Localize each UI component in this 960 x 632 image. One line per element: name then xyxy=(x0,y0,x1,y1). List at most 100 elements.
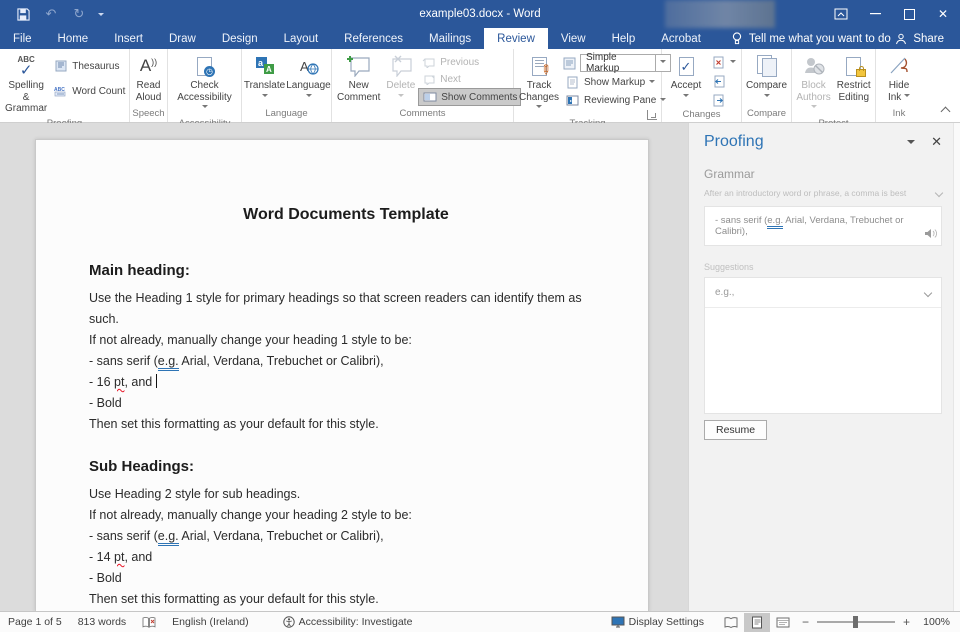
pane-title: Proofing xyxy=(704,133,764,151)
tab-layout[interactable]: Layout xyxy=(271,28,332,49)
document-paragraph: Use Heading 2 style for sub headings. xyxy=(89,484,589,505)
word-count-label: Word Count xyxy=(72,86,125,97)
pane-options-icon[interactable] xyxy=(907,140,915,148)
translate-icon: aA xyxy=(255,53,275,79)
undo-icon[interactable]: ↶ xyxy=(42,5,60,23)
tell-me-box[interactable]: Tell me what you want to do xyxy=(714,28,891,49)
track-changes-icon: ✎ xyxy=(532,53,547,79)
document-paragraph: - 16 pt, and xyxy=(89,372,589,393)
tab-draw[interactable]: Draw xyxy=(156,28,209,49)
zoom-out-button[interactable]: − xyxy=(802,615,809,629)
share-label: Share xyxy=(913,33,944,45)
previous-change-button[interactable] xyxy=(708,73,739,89)
zoom-slider[interactable] xyxy=(817,621,895,623)
show-markup-label: Show Markup xyxy=(584,77,645,88)
tab-home[interactable]: Home xyxy=(45,28,102,49)
tab-design[interactable]: Design xyxy=(209,28,271,49)
proofing-errors-icon[interactable] xyxy=(134,616,164,628)
read-aloud-speaker-icon[interactable] xyxy=(924,228,937,239)
thesaurus-button[interactable]: Thesaurus xyxy=(50,58,128,74)
maximize-button[interactable] xyxy=(892,0,926,28)
document-canvas: Word Documents Template Main heading:Use… xyxy=(0,123,688,611)
delete-comment-icon xyxy=(389,53,413,79)
pane-section-label: Grammar xyxy=(704,167,942,181)
new-comment-button[interactable]: New Comment xyxy=(334,51,383,105)
print-layout-button[interactable] xyxy=(744,613,770,632)
document-paragraph: - Bold xyxy=(89,568,589,589)
group-label-changes: Changes xyxy=(664,108,739,122)
minimize-button[interactable] xyxy=(858,0,892,28)
ribbon-group-tracking: ✎ Track Changes Simple Markup Show xyxy=(514,49,662,122)
suggestions-label: Suggestions xyxy=(704,262,942,272)
read-aloud-button[interactable]: A)) Read Aloud xyxy=(132,51,165,105)
page-indicator[interactable]: Page 1 of 5 xyxy=(0,616,70,628)
word-count-button[interactable]: ABC Word Count xyxy=(50,83,128,99)
collapse-ribbon-icon[interactable] xyxy=(936,104,954,118)
check-accessibility-button[interactable]: ◷ Check Accessibility xyxy=(170,51,239,117)
zoom-slider-thumb[interactable] xyxy=(853,616,858,628)
workspace: Word Documents Template Main heading:Use… xyxy=(0,123,960,611)
previous-label: Previous xyxy=(440,57,479,68)
close-button[interactable]: ✕ xyxy=(926,0,960,28)
next-label: Next xyxy=(440,74,461,85)
language-button[interactable]: A Language xyxy=(287,51,331,105)
group-label-comments: Comments xyxy=(334,107,511,122)
compare-button[interactable]: Compare xyxy=(744,51,790,105)
tab-review[interactable]: Review xyxy=(484,28,548,49)
pane-issue-text: After an introductory word or phrase, a … xyxy=(704,188,906,198)
pane-scrollbar[interactable] xyxy=(953,123,960,611)
read-mode-button[interactable] xyxy=(718,613,744,632)
ribbon-group-accessibility: ◷ Check Accessibility Accessibility xyxy=(168,49,242,122)
hide-ink-button[interactable]: Hide Ink xyxy=(878,51,920,105)
reject-button[interactable] xyxy=(708,54,739,70)
save-icon[interactable] xyxy=(14,5,32,23)
next-change-icon xyxy=(711,93,726,107)
word-count-icon: ABC xyxy=(53,84,68,98)
document-paragraph: - sans serif (e.g. Arial, Verdana, Trebu… xyxy=(89,351,589,372)
next-change-button[interactable] xyxy=(708,92,739,108)
customize-qat-icon[interactable] xyxy=(98,13,104,19)
suggestion-item[interactable]: e.g., xyxy=(705,278,941,308)
redo-icon[interactable]: ↻ xyxy=(70,5,88,23)
web-layout-button[interactable] xyxy=(770,613,796,632)
accessibility-status[interactable]: Accessibility: Investigate xyxy=(275,616,421,628)
pane-issue-row[interactable]: After an introductory word or phrase, a … xyxy=(704,188,942,198)
quick-access-toolbar: ↶ ↻ xyxy=(0,5,104,23)
translate-button[interactable]: aA Translate xyxy=(243,51,287,105)
tab-help[interactable]: Help xyxy=(599,28,649,49)
tab-acrobat[interactable]: Acrobat xyxy=(648,28,714,49)
display-settings-label: Display Settings xyxy=(629,616,704,628)
tab-file[interactable]: File xyxy=(0,28,45,49)
display-settings-button[interactable]: Display Settings xyxy=(603,616,712,628)
language-indicator[interactable]: English (Ireland) xyxy=(164,616,256,628)
display-for-review-combobox[interactable]: Simple Markup xyxy=(580,54,671,72)
share-button[interactable]: Share xyxy=(895,28,960,49)
markup-value: Simple Markup xyxy=(581,52,655,74)
new-comment-icon xyxy=(347,53,371,79)
zoom-percentage[interactable]: 100% xyxy=(918,616,950,628)
tab-view[interactable]: View xyxy=(548,28,599,49)
reviewing-pane-label: Reviewing Pane xyxy=(584,95,656,106)
document-paragraph: Use the Heading 1 style for primary head… xyxy=(89,288,589,330)
track-changes-button[interactable]: ✎ Track Changes xyxy=(516,51,562,117)
document-paragraph: Then set this formatting as your default… xyxy=(89,414,589,435)
show-comments-label: Show Comments xyxy=(441,92,517,103)
resume-button[interactable]: Resume xyxy=(704,420,767,440)
markup-view-icon xyxy=(562,56,577,70)
tracking-dialog-launcher-icon[interactable] xyxy=(647,110,657,120)
accept-button[interactable]: ✓ Accept xyxy=(664,51,708,105)
reviewing-pane-button[interactable]: Reviewing Pane xyxy=(562,92,671,108)
restrict-editing-button[interactable]: Restrict Editing xyxy=(834,51,874,105)
show-comments-button[interactable]: Show Comments xyxy=(418,88,521,106)
ribbon-display-options-icon[interactable] xyxy=(824,0,858,28)
spelling-grammar-button[interactable]: ABC✓ Spelling & Grammar xyxy=(2,51,50,117)
document-page[interactable]: Word Documents Template Main heading:Use… xyxy=(35,139,649,611)
show-markup-button[interactable]: Show Markup xyxy=(562,74,671,90)
tab-insert[interactable]: Insert xyxy=(101,28,156,49)
pane-close-icon[interactable]: ✕ xyxy=(931,134,942,150)
word-count-indicator[interactable]: 813 words xyxy=(70,616,134,628)
tab-mailings[interactable]: Mailings xyxy=(416,28,484,49)
zoom-in-button[interactable]: + xyxy=(903,615,910,629)
document-heading: Main heading: xyxy=(89,261,603,281)
tab-references[interactable]: References xyxy=(331,28,416,49)
